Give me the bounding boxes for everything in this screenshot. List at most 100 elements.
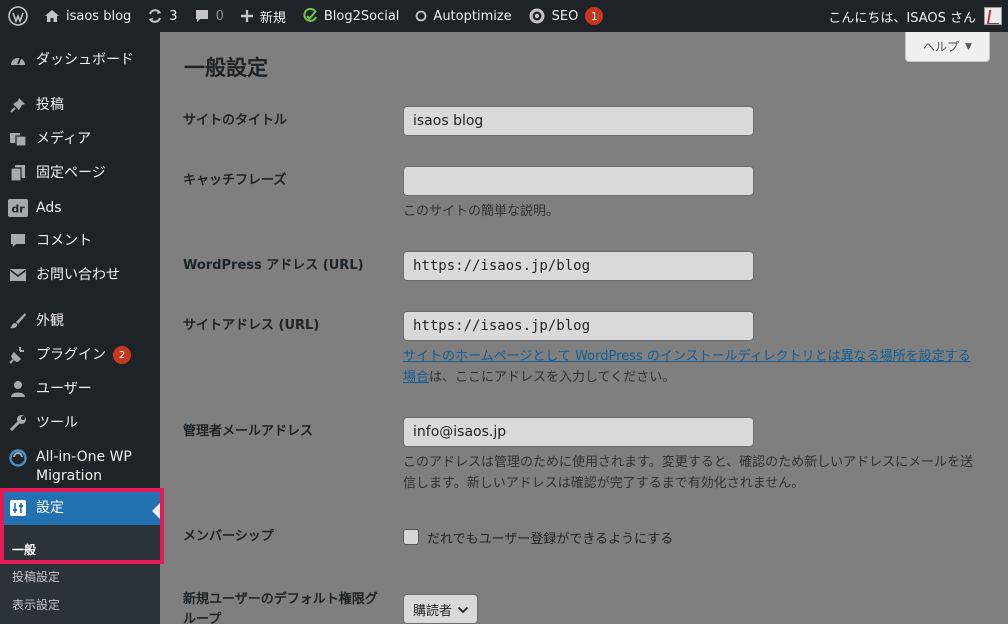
sidebar-item-label: コメント [36, 232, 92, 249]
triangle-down-icon: ▼ [965, 41, 972, 52]
pin-icon [0, 96, 36, 114]
sidebar-item-users[interactable]: ユーザー [0, 377, 160, 401]
admin-email-description: このアドレスは管理のために使用されます。変更すると、確認のため新しいアドレスにメ… [403, 452, 993, 494]
help-button[interactable]: ヘルプ ▼ [905, 32, 990, 62]
comment-icon [0, 232, 36, 250]
site-title-input[interactable]: isaos blog [403, 106, 754, 136]
plugin-icon [0, 346, 36, 364]
sidebar-item-posts[interactable]: 投稿 [0, 93, 160, 117]
seo-notification-badge: 1 [585, 7, 604, 25]
sidebar-item-label: プラグイン [36, 346, 106, 363]
dashboard-icon [0, 51, 36, 69]
sidebar-item-pages[interactable]: 固定ページ [0, 161, 160, 185]
comment-icon [194, 8, 210, 24]
mail-icon [0, 268, 36, 282]
site-address-desc-text: は、ここにアドレスを入力してください。 [429, 370, 676, 385]
blog2social-icon [302, 8, 318, 24]
media-icon [0, 130, 36, 148]
sidebar-item-label: 固定ページ [36, 164, 106, 181]
help-label: ヘルプ [923, 40, 960, 54]
seo-label: SEO [551, 8, 579, 24]
my-account[interactable]: こんにちは、ISAOS さん [828, 7, 1008, 26]
tagline-description: このサイトの簡単な説明。 [403, 204, 560, 219]
sidebar-item-plugins[interactable]: プラグイン 2 [0, 343, 160, 367]
admin-email-desc-line-2: 信します。新しいアドレスは確認が完了するまで有効化されません。 [403, 476, 805, 491]
default-role-value: 購読者 [413, 603, 453, 619]
pages-icon [0, 164, 36, 182]
ads-icon: dr [0, 199, 36, 217]
default-role-select[interactable]: 購読者 [403, 594, 478, 624]
updates-count: 3 [169, 8, 178, 24]
autoptimize-status-icon [415, 10, 427, 22]
main-content: ヘルプ ▼ 一般設定 サイトのタイトル isaos blog キャッチフレーズ … [160, 32, 1008, 624]
sidebar-item-ads[interactable]: dr Ads [0, 196, 160, 220]
new-content-link[interactable]: 新規 [232, 0, 294, 32]
sidebar-item-label: お問い合わせ [36, 266, 120, 283]
default-role-label-line-2: ループ [183, 612, 222, 624]
membership-checkbox-label[interactable]: だれでもユーザー登録ができるようにする [427, 528, 673, 547]
sidebar-item-all-in-one-wp-migration[interactable]: All-in-One WP Migration [0, 448, 160, 486]
plugins-update-badge: 2 [113, 346, 131, 364]
wrench-icon [0, 414, 36, 432]
migration-icon [0, 448, 36, 467]
sidebar-item-appearance[interactable]: 外観 [0, 309, 160, 333]
wordpress-address-label: WordPress アドレス (URL) [183, 258, 364, 273]
site-address-input[interactable]: https://isaos.jp/blog [403, 311, 754, 341]
comments-count: 0 [215, 8, 224, 24]
sidebar-item-label: メディア [36, 130, 92, 147]
blog2social-link[interactable]: Blog2Social [294, 0, 408, 32]
tagline-input[interactable] [403, 166, 754, 196]
sidebar-item-label: ダッシュボード [36, 51, 134, 68]
svg-text:dr: dr [11, 203, 25, 216]
admin-bar: isaos blog 3 0 新規 Blog2Social Autoptimiz… [0, 0, 1008, 32]
greeting: こんにちは、ISAOS さん [828, 10, 976, 26]
admin-email-label: 管理者メールアドレス [183, 424, 314, 439]
default-role-label: 新規ユーザーのデフォルト権限グ ループ [183, 590, 378, 624]
sidebar-item-label: 外観 [36, 312, 64, 329]
sidebar-item-label: All-in-One WP Migration [36, 449, 132, 484]
admin-email-desc-line-1: このアドレスは管理のために使用されます。変更すると、確認のため新しいアドレスにメ… [403, 455, 974, 470]
sidebar-item-dashboard[interactable]: ダッシュボード [0, 48, 160, 72]
sidebar-item-tools[interactable]: ツール [0, 411, 160, 435]
site-title-label: サイトのタイトル [183, 113, 288, 128]
comments-link[interactable]: 0 [186, 0, 232, 32]
page-title: 一般設定 [184, 56, 268, 80]
site-address-label: サイトアドレス (URL) [183, 318, 320, 333]
sidebar-item-comments[interactable]: コメント [0, 229, 160, 253]
sidebar-item-contact[interactable]: お問い合わせ [0, 263, 160, 287]
blog2social-label: Blog2Social [323, 8, 400, 24]
membership-label: メンバーシップ [183, 529, 274, 544]
membership-checkbox[interactable] [403, 529, 419, 545]
plus-icon [240, 9, 254, 23]
paintbrush-icon [0, 312, 36, 330]
wordpress-address-input[interactable]: https://isaos.jp/blog [403, 251, 754, 281]
sidebar-item-label: ユーザー [36, 380, 92, 397]
wordpress-logo-icon[interactable] [0, 0, 36, 32]
site-name-link[interactable]: isaos blog [36, 0, 139, 32]
site-address-help-link[interactable]: サイトのホームページとして WordPress のインストールディレクトリとは異… [403, 349, 971, 364]
sidebar-item-media[interactable]: メディア [0, 127, 160, 151]
autoptimize-link[interactable]: Autoptimize [407, 0, 519, 32]
site-name: isaos blog [66, 8, 132, 24]
highlight-box [0, 488, 164, 564]
avatar [984, 7, 1002, 25]
sidebar-item-label: 投稿 [36, 96, 64, 113]
autoptimize-label: Autoptimize [433, 8, 512, 24]
new-label: 新規 [259, 10, 286, 26]
user-icon [0, 380, 36, 398]
admin-email-input[interactable]: info@isaos.jp [403, 417, 754, 447]
home-icon [44, 9, 60, 23]
tagline-label: キャッチフレーズ [183, 173, 287, 188]
site-address-description: サイトのホームページとして WordPress のインストールディレクトリとは異… [403, 346, 993, 388]
updates-link[interactable]: 3 [139, 0, 185, 32]
sidebar-item-label: ツール [36, 414, 78, 431]
updates-icon [147, 8, 163, 24]
seo-gear-icon [528, 7, 546, 25]
sidebar-item-label: Ads [36, 199, 62, 216]
chevron-down-icon [457, 604, 469, 619]
site-address-help-link-cont[interactable]: 場合 [403, 370, 429, 385]
default-role-label-line-1: 新規ユーザーのデフォルト権限グ [183, 592, 378, 607]
seo-link[interactable]: SEO 1 [520, 0, 612, 32]
submenu-item-reading[interactable]: 表示設定 [12, 596, 60, 613]
submenu-item-writing[interactable]: 投稿設定 [12, 568, 60, 585]
